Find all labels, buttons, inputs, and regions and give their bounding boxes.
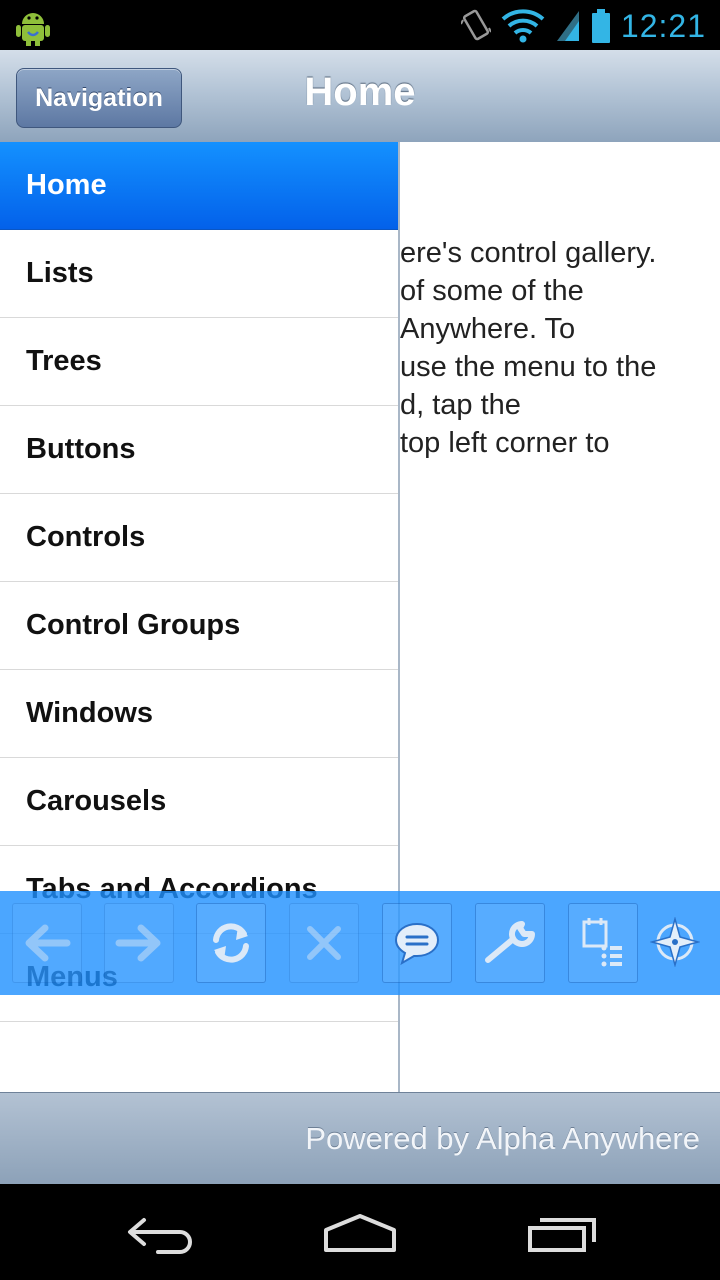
drawer-item-control-groups[interactable]: Control Groups <box>0 582 398 670</box>
recent-apps-icon[interactable] <box>522 1204 602 1260</box>
stop-icon <box>307 926 341 960</box>
drawer-item-lists[interactable]: Lists <box>0 230 398 318</box>
back-arrow-icon <box>25 924 71 962</box>
chat-bubble-icon <box>394 922 440 966</box>
back-icon[interactable] <box>118 1204 198 1260</box>
settings-button[interactable] <box>475 903 545 983</box>
chat-button[interactable] <box>382 903 452 983</box>
app-header: Navigation Home <box>0 50 720 143</box>
signal-icon <box>556 11 579 41</box>
drawer-item-buttons[interactable]: Buttons <box>0 406 398 494</box>
back-button[interactable] <box>12 903 82 983</box>
drawer-item-trees[interactable]: Trees <box>0 318 398 406</box>
status-bar: 12:21 <box>0 0 720 50</box>
floating-toolbar <box>0 891 720 995</box>
stop-button[interactable] <box>289 903 359 983</box>
wifi-icon <box>501 9 545 43</box>
refresh-button[interactable] <box>196 903 266 983</box>
drawer-item-controls[interactable]: Controls <box>0 494 398 582</box>
refresh-icon <box>213 923 249 963</box>
compass-icon <box>650 917 700 967</box>
calendar-button[interactable] <box>568 903 638 983</box>
home-icon[interactable] <box>320 1204 400 1260</box>
wrench-icon <box>485 921 535 963</box>
system-nav-bar <box>0 1184 720 1280</box>
calendar-list-icon <box>582 918 622 967</box>
compass-button[interactable] <box>641 903 709 981</box>
drawer-item-carousels[interactable]: Carousels <box>0 758 398 846</box>
footer-text: Powered by Alpha Anywhere <box>305 1121 700 1156</box>
battery-icon <box>591 9 610 43</box>
app-footer: Powered by Alpha Anywhere <box>0 1092 720 1185</box>
page-title: Home <box>304 70 416 114</box>
forward-button[interactable] <box>104 903 174 983</box>
status-time: 12:21 <box>620 7 706 44</box>
android-debug-icon <box>16 13 50 46</box>
vibrate-icon <box>460 9 491 41</box>
drawer-item-home[interactable]: Home <box>0 142 398 230</box>
drawer-item-windows[interactable]: Windows <box>0 670 398 758</box>
forward-arrow-icon <box>115 924 161 962</box>
